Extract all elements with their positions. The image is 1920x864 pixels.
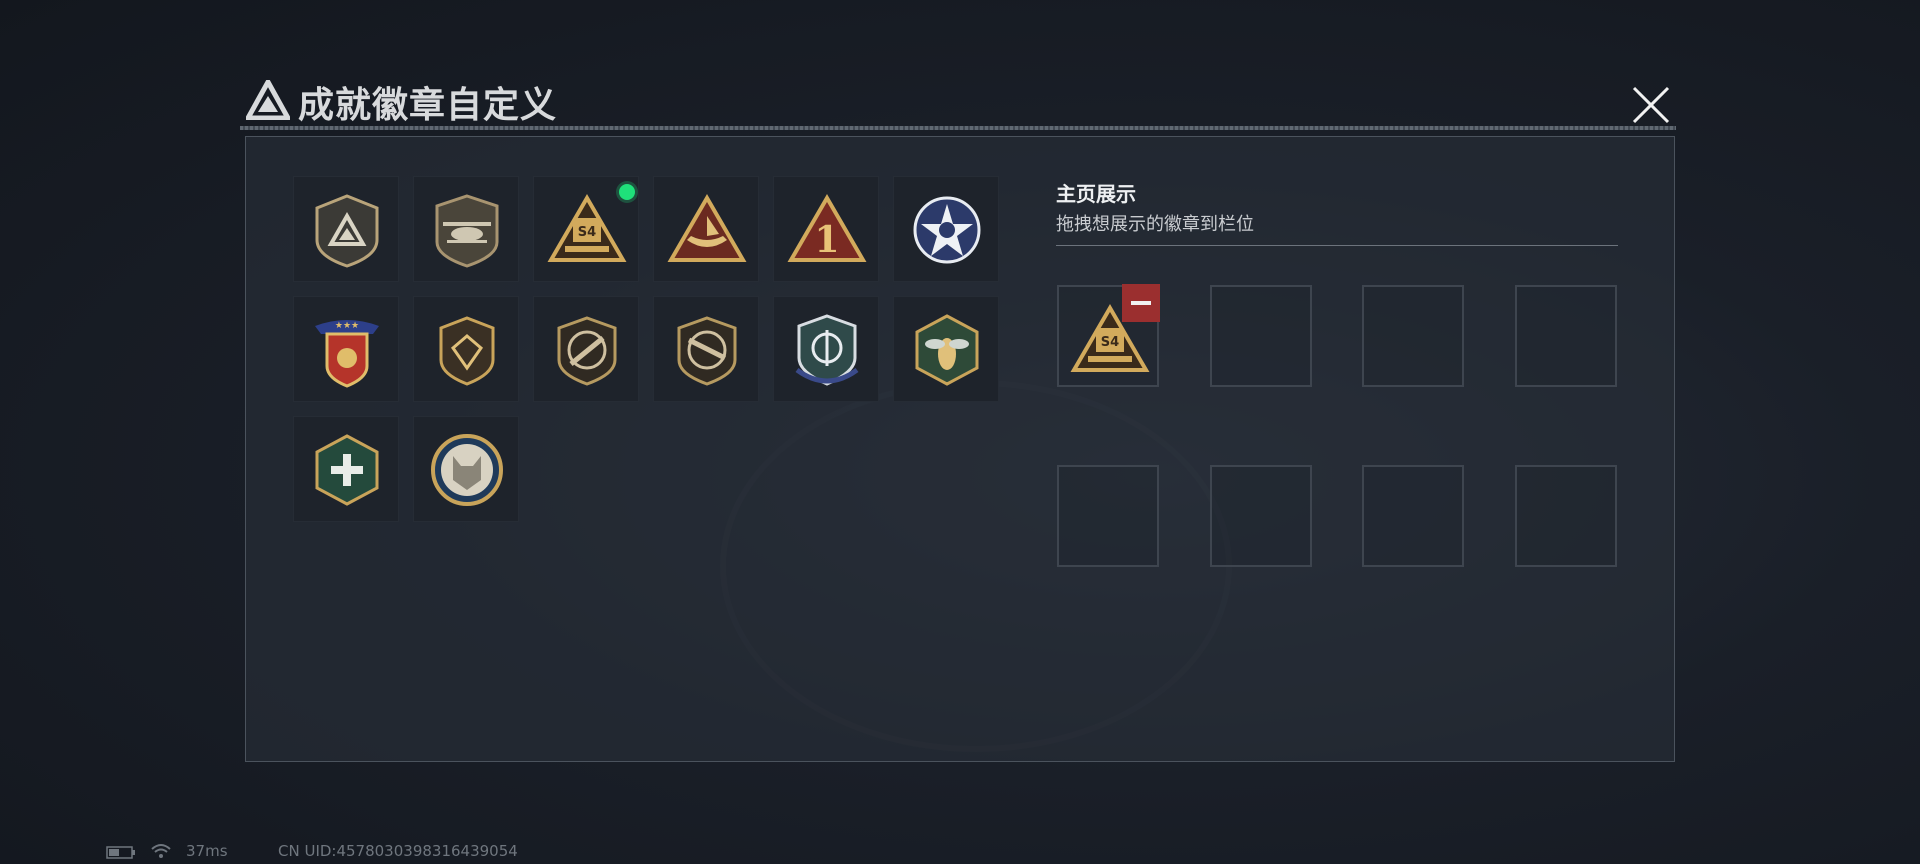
gem-shield-icon <box>439 316 495 386</box>
new-indicator-dot <box>619 184 635 200</box>
boat-triangle-icon <box>667 194 747 262</box>
showcase-slot-3[interactable] <box>1362 285 1464 387</box>
showcase-title: 主页展示 <box>1056 182 1136 206</box>
user-uid: CN UID:4578030398316439054 <box>278 842 518 860</box>
wasp-hexagon-icon <box>915 314 979 386</box>
badge-shield-delta[interactable] <box>293 176 399 282</box>
badge-crosshair-wings[interactable] <box>773 296 879 402</box>
dialog-header: 成就徽章自定义 <box>240 74 1676 136</box>
badge-boat-triangle[interactable] <box>653 176 759 282</box>
rifle-shield-icon-2 <box>677 316 737 386</box>
number-one-icon: 1 <box>787 194 867 262</box>
close-icon <box>1632 86 1670 124</box>
ping-readout: 37ms <box>186 842 228 860</box>
three-star-shield-icon: ★★★ <box>315 320 379 388</box>
svg-text:★★★: ★★★ <box>335 321 359 331</box>
badge-number-one[interactable]: 1 <box>773 176 879 282</box>
badge-medic-hexagon[interactable] <box>293 416 399 522</box>
remove-badge-button[interactable] <box>1122 284 1160 322</box>
wifi-icon <box>151 844 171 858</box>
battery-icon <box>106 846 135 859</box>
showcase-slot-5[interactable] <box>1057 465 1159 567</box>
dialog-title: 成就徽章自定义 <box>298 85 558 126</box>
s4-triangle-icon: S4 <box>547 194 627 262</box>
svg-text:1: 1 <box>814 219 839 261</box>
badge-rifle-shield-2[interactable] <box>653 296 759 402</box>
helicopter-icon <box>435 194 499 268</box>
badge-s4-triangle[interactable]: S4 <box>533 176 639 282</box>
svg-text:S4: S4 <box>578 225 596 240</box>
wolf-circle-icon <box>431 434 503 506</box>
minus-icon <box>1131 301 1151 305</box>
showcase-slot-8[interactable] <box>1515 465 1617 567</box>
close-button[interactable] <box>1628 82 1674 128</box>
showcase-subtitle: 拖拽想展示的徽章到栏位 <box>1056 214 1254 235</box>
showcase-divider <box>1056 245 1618 246</box>
badge-gem-shield[interactable] <box>413 296 519 402</box>
badge-rifle-shield-1[interactable] <box>533 296 639 402</box>
showcase-slot-6[interactable] <box>1210 465 1312 567</box>
badge-three-star-shield[interactable]: ★★★ <box>293 296 399 402</box>
svg-text:S4: S4 <box>1101 335 1119 350</box>
badge-helicopter[interactable] <box>413 176 519 282</box>
title-divider <box>240 126 1676 130</box>
showcase-slot-2[interactable] <box>1210 285 1312 387</box>
badge-star-wings[interactable] <box>893 176 999 282</box>
rifle-shield-icon <box>557 316 617 386</box>
badge-wolf-circle[interactable] <box>413 416 519 522</box>
showcase-slot-7[interactable] <box>1362 465 1464 567</box>
shield-delta-icon <box>315 194 379 268</box>
medic-hexagon-icon <box>315 434 379 506</box>
badge-wasp-hexagon[interactable] <box>893 296 999 402</box>
crosshair-wings-icon <box>795 314 859 386</box>
showcase-slot-4[interactable] <box>1515 285 1617 387</box>
star-wings-icon <box>913 196 981 264</box>
delta-logo-icon <box>246 80 290 120</box>
